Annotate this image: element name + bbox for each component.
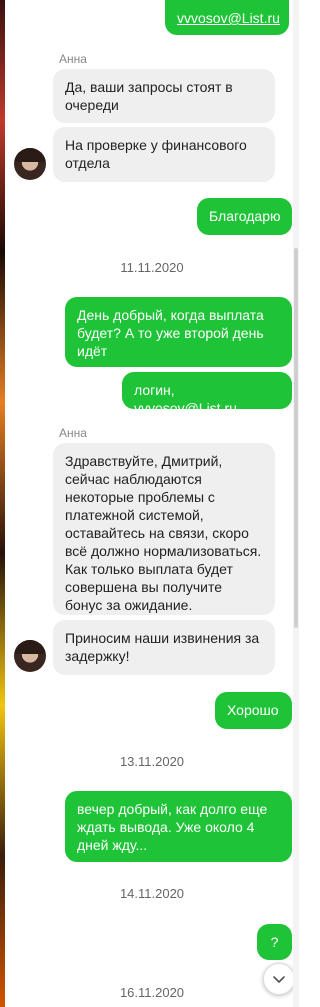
- date-separator: 11.11.2020: [120, 260, 184, 275]
- scrollbar-thumb[interactable]: [294, 248, 298, 628]
- message-incoming: Да, ваши запросы стоят в очереди: [53, 69, 275, 123]
- email-link[interactable]: vvvosov@List.ru: [177, 10, 280, 26]
- message-incoming: Приносим наши извинения за задержку!: [53, 620, 275, 675]
- date-separator: 13.11.2020: [119, 754, 185, 769]
- chat-panel: vvvosov@List.ru Анна Да, ваши запросы ст…: [5, 0, 299, 1007]
- sender-name: Анна: [59, 426, 87, 440]
- message-outgoing: Хорошо: [215, 692, 292, 729]
- scroll-down-button[interactable]: [263, 963, 295, 995]
- sender-name: Анна: [59, 52, 87, 66]
- message-incoming: На проверке у финансового отдела: [53, 127, 275, 182]
- message-outgoing: День добрый, когда выплата будет? А то у…: [65, 297, 292, 367]
- chevron-down-icon: [273, 976, 285, 983]
- message-outgoing: логин, vvvosov@List.ru: [122, 372, 292, 416]
- date-separator: 16.11.2020: [119, 985, 185, 1000]
- message-outgoing: ?: [257, 924, 292, 960]
- message-incoming: Здравствуйте, Дмитрий, сейчас наблюдаютс…: [53, 443, 275, 615]
- date-separator: 14.11.2020: [119, 886, 185, 901]
- email-link[interactable]: vvvosov@List.ru: [134, 400, 237, 416]
- message-outgoing: vvvosov@List.ru: [165, 0, 289, 35]
- avatar: [14, 640, 46, 672]
- message-outgoing: Благодарю: [197, 198, 292, 235]
- message-outgoing: вечер добрый, как долго еще ждать вывода…: [65, 791, 292, 862]
- avatar: [14, 148, 46, 180]
- scrollbar-track[interactable]: [293, 0, 299, 1007]
